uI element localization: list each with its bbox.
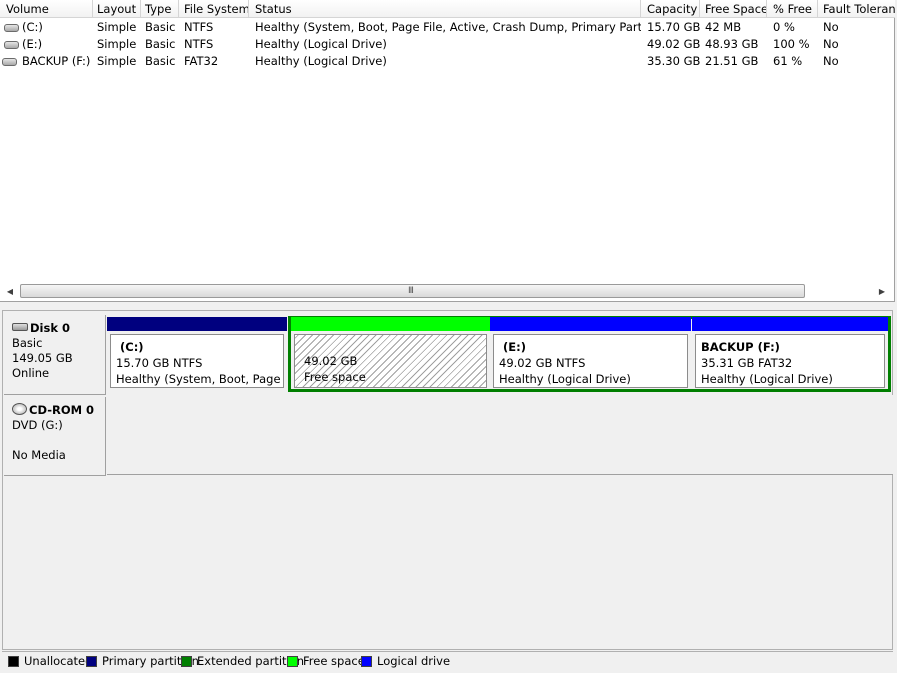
legend-extended-partition: Extended partition — [181, 653, 304, 670]
volume-free-space: 21.51 GB — [705, 54, 759, 68]
volume-status: Healthy (Logical Drive) — [255, 54, 387, 68]
volume-row[interactable]: BACKUP (F:) Simple Basic FAT32 Healthy (… — [0, 53, 893, 70]
legend-free-space: Free space — [287, 653, 365, 670]
volume-name: (C:) — [22, 20, 43, 34]
volume-row[interactable]: (E:) Simple Basic NTFS Healthy (Logical … — [0, 36, 893, 53]
partition-c-details: (C:) 15.70 GB NTFS Healthy (System, Boot… — [110, 334, 284, 388]
volume-row[interactable]: (C:) Simple Basic NTFS Healthy (System, … — [0, 19, 893, 36]
partition-name: (E:) — [503, 340, 526, 354]
volume-free-space: 48.93 GB — [705, 37, 759, 51]
partition-f-details: BACKUP (F:) 35.31 GB FAT32 Healthy (Logi… — [695, 334, 885, 388]
volume-type: Basic — [145, 37, 176, 51]
partition-status: Healthy (Logical Drive) — [499, 372, 631, 386]
volume-file-system: NTFS — [184, 37, 214, 51]
column-headers: Volume Layout Type File System Status Ca… — [0, 0, 895, 18]
column-header-file-system[interactable]: File System — [178, 0, 249, 18]
cdrom-media-status: No Media — [12, 448, 66, 462]
column-header-free-space[interactable]: Free Space — [699, 0, 767, 18]
cdrom-drive: DVD (G:) — [12, 418, 63, 432]
volume-type: Basic — [145, 54, 176, 68]
partition-e[interactable]: (E:) 49.02 GB NTFS Healthy (Logical Driv… — [490, 317, 691, 391]
primary-partition-swatch — [86, 656, 97, 667]
cdrom-name: CD-ROM 0 — [29, 403, 95, 417]
free-space-size: 49.02 GB — [304, 354, 358, 368]
free-space-swatch — [287, 656, 298, 667]
legend-logical-drive: Logical drive — [361, 653, 450, 670]
free-space-region[interactable]: 49.02 GB Free space — [291, 317, 490, 391]
column-header-capacity[interactable]: Capacity — [641, 0, 700, 18]
volume-type: Basic — [145, 20, 176, 34]
legend-label: Unallocated — [24, 654, 93, 668]
logical-drive-bar — [692, 317, 888, 331]
cdrom-0-media-area[interactable] — [107, 395, 893, 475]
partition-c[interactable]: (C:) 15.70 GB NTFS Healthy (System, Boot… — [107, 317, 287, 391]
volume-list[interactable]: Volume Layout Type File System Status Ca… — [0, 0, 895, 302]
disk-0-label[interactable]: Disk 0 Basic 149.05 GB Online — [4, 315, 106, 395]
volume-fault-tolerance: No — [823, 37, 839, 51]
logical-drive-swatch — [361, 656, 372, 667]
unallocated-swatch — [8, 656, 19, 667]
legend: Unallocated Primary partition Extended p… — [2, 651, 893, 670]
partition-name: (C:) — [120, 340, 144, 354]
partition-status: Healthy (System, Boot, Page Fil — [116, 372, 284, 386]
volume-name: BACKUP (F:) — [22, 54, 91, 68]
volume-fault-tolerance: No — [823, 20, 839, 34]
column-header-volume[interactable]: Volume — [0, 0, 93, 18]
column-header-percent-free[interactable]: % Free — [767, 0, 818, 18]
disk-type: Basic — [12, 336, 43, 350]
primary-partition-bar — [107, 317, 287, 331]
scrollbar-thumb[interactable]: III — [20, 284, 805, 298]
partition-size-fs: 49.02 GB NTFS — [499, 356, 586, 370]
volume-status: Healthy (System, Boot, Page File, Active… — [255, 20, 641, 34]
partition-name: BACKUP (F:) — [701, 340, 780, 354]
horizontal-scrollbar[interactable]: ◀ III ▶ — [2, 283, 890, 300]
disk-graphical-view[interactable]: Disk 0 Basic 149.05 GB Online (C:) 15.70… — [2, 310, 893, 650]
partition-size-fs: 35.31 GB FAT32 — [701, 356, 793, 370]
free-space-details: 49.02 GB Free space — [294, 334, 487, 388]
volume-layout: Simple — [97, 37, 137, 51]
scroll-grip-icon: III — [408, 286, 414, 296]
column-header-layout[interactable]: Layout — [91, 0, 141, 18]
volume-fault-tolerance: No — [823, 54, 839, 68]
legend-label: Logical drive — [377, 654, 451, 668]
partition-size-fs: 15.70 GB NTFS — [116, 356, 203, 370]
volume-file-system: NTFS — [184, 20, 214, 34]
cdrom-0-label[interactable]: CD-ROM 0 DVD (G:) No Media — [4, 397, 106, 476]
volume-name: (E:) — [22, 37, 43, 51]
disk-name: Disk 0 — [30, 321, 70, 335]
volume-capacity: 15.70 GB — [647, 20, 700, 34]
column-header-status[interactable]: Status — [249, 0, 641, 18]
column-header-type[interactable]: Type — [139, 0, 179, 18]
column-header-fault-tolerance[interactable]: Fault Toleran — [817, 0, 895, 18]
volume-layout: Simple — [97, 54, 137, 68]
disk-size: 149.05 GB — [12, 351, 73, 365]
volume-percent-free: 61 % — [773, 54, 803, 68]
volume-layout: Simple — [97, 20, 137, 34]
free-space-label: Free space — [304, 370, 366, 384]
hard-disk-icon — [12, 323, 28, 331]
volume-file-system: FAT32 — [184, 54, 219, 68]
partition-status: Healthy (Logical Drive) — [701, 372, 833, 386]
volume-capacity: 35.30 GB — [647, 54, 700, 68]
scroll-left-icon[interactable]: ◀ — [2, 283, 18, 300]
scroll-right-icon[interactable]: ▶ — [874, 283, 890, 300]
volume-capacity: 49.02 GB — [647, 37, 700, 51]
volume-status: Healthy (Logical Drive) — [255, 37, 387, 51]
volume-percent-free: 100 % — [773, 37, 810, 51]
legend-unallocated: Unallocated — [8, 653, 92, 670]
partition-f[interactable]: BACKUP (F:) 35.31 GB FAT32 Healthy (Logi… — [692, 317, 888, 391]
cd-drive-icon — [12, 403, 27, 415]
logical-drive-bar — [490, 317, 691, 331]
disk-status: Online — [12, 366, 50, 380]
extended-partition-swatch — [181, 656, 192, 667]
legend-label: Free space — [303, 654, 365, 668]
partition-e-details: (E:) 49.02 GB NTFS Healthy (Logical Driv… — [493, 334, 688, 388]
volume-free-space: 42 MB — [705, 20, 742, 34]
free-space-bar — [291, 317, 490, 331]
volume-percent-free: 0 % — [773, 20, 795, 34]
